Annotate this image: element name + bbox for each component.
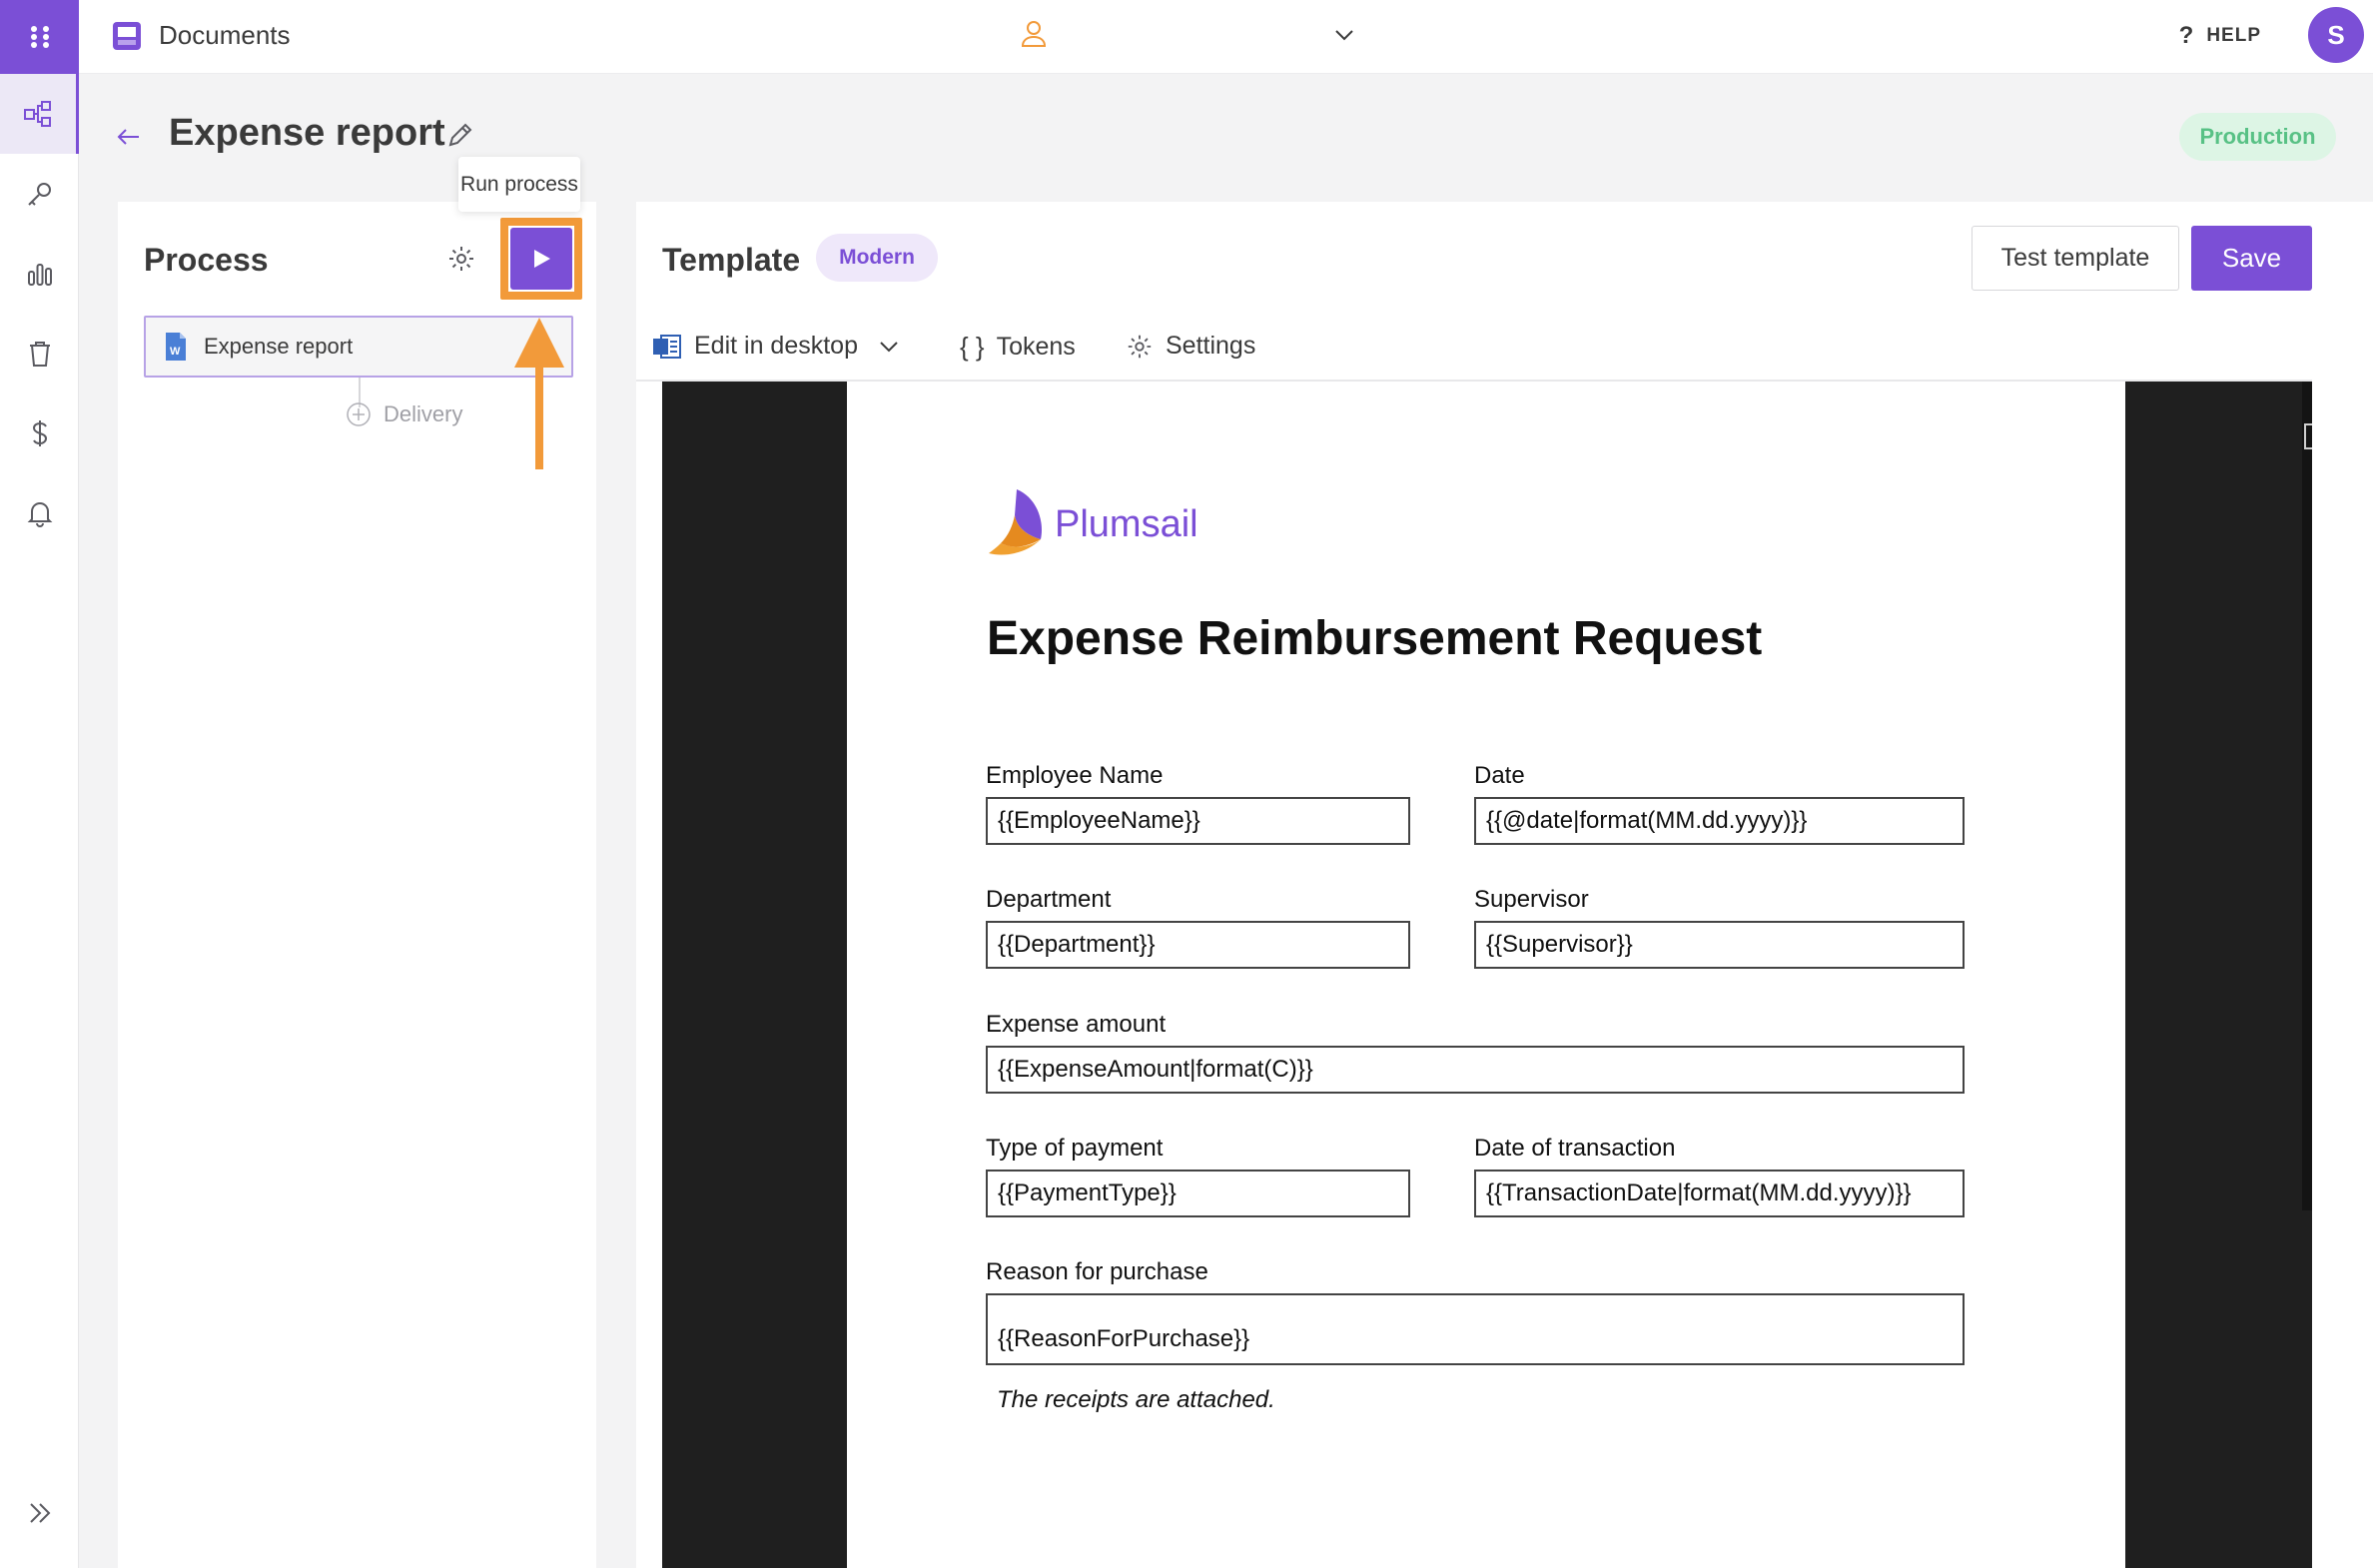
- payment-type-label: Type of payment: [986, 1135, 1164, 1162]
- test-template-button[interactable]: Test template: [1972, 226, 2179, 291]
- document-viewer[interactable]: Plumsail Expense Reimbursement Request E…: [662, 382, 2312, 1568]
- play-icon: [534, 250, 550, 268]
- word-file-icon: W: [166, 333, 186, 361]
- left-rail: [0, 0, 79, 1568]
- edit-title-icon[interactable]: [445, 120, 475, 150]
- document-page: Plumsail Expense Reimbursement Request E…: [847, 382, 2125, 1568]
- date-field: {{@date|format(MM.dd.yyyy)}}: [1474, 797, 1965, 845]
- add-delivery-button[interactable]: Delivery: [346, 401, 462, 427]
- employee-name-field: {{EmployeeName}}: [986, 797, 1410, 845]
- transaction-date-label: Date of transaction: [1474, 1135, 1676, 1162]
- plumsail-logo: Plumsail: [987, 487, 1198, 561]
- template-type-badge: Modern: [816, 234, 938, 282]
- documents-app-icon: [113, 22, 141, 50]
- word-icon: [653, 334, 681, 359]
- edit-in-desktop-label: Edit in desktop: [694, 332, 858, 360]
- viewer-scrollbar[interactable]: [2302, 382, 2312, 1210]
- chevron-down-icon[interactable]: [1331, 22, 1357, 48]
- payment-type-field: {{PaymentType}}: [986, 1170, 1410, 1217]
- nav-processes[interactable]: [0, 74, 79, 154]
- edit-in-desktop-button[interactable]: Edit in desktop: [652, 332, 902, 361]
- help-button[interactable]: ? HELP: [2179, 22, 2261, 50]
- supervisor-label: Supervisor: [1474, 886, 1589, 913]
- annotation-arrow: [514, 318, 564, 469]
- tokens-button[interactable]: { } Tokens: [960, 332, 1076, 363]
- expense-amount-field: {{ExpenseAmount|format(C)}}: [986, 1046, 1965, 1094]
- reason-field: {{ReasonForPurchase}}: [986, 1293, 1965, 1365]
- nav-reports[interactable]: [0, 234, 79, 314]
- date-label: Date: [1474, 762, 1525, 789]
- department-field: {{Department}}: [986, 921, 1410, 969]
- dollar-icon: [32, 420, 47, 446]
- top-bar: Documents ? HELP S: [79, 0, 2373, 74]
- app-title: Documents: [159, 20, 291, 50]
- back-arrow-icon[interactable]: [114, 122, 144, 152]
- braces-icon: { }: [960, 332, 985, 362]
- trash-icon: [29, 342, 50, 367]
- settings-label: Settings: [1166, 332, 1256, 360]
- apps-icon: [30, 26, 49, 48]
- gear-icon[interactable]: [446, 244, 476, 274]
- template-panel: Template Modern Test template Save Edit …: [636, 202, 2373, 1568]
- template-title: Template: [662, 242, 801, 278]
- run-process-button[interactable]: [510, 228, 572, 290]
- chart-icon: [27, 264, 52, 286]
- expand-rail-button[interactable]: [0, 1488, 79, 1538]
- employee-name-label: Employee Name: [986, 762, 1164, 789]
- nav-billing[interactable]: [0, 393, 79, 473]
- logo-text: Plumsail: [1055, 502, 1198, 545]
- plus-circle-icon: [347, 402, 371, 426]
- key-icon: [27, 183, 51, 206]
- question-icon: ?: [2178, 22, 2195, 49]
- process-title: Process: [144, 242, 269, 278]
- avatar[interactable]: S: [2308, 7, 2364, 63]
- run-process-tooltip: Run process: [458, 157, 580, 212]
- bell-icon: [27, 502, 52, 527]
- help-label: HELP: [2206, 25, 2261, 46]
- tokens-label: Tokens: [996, 333, 1076, 361]
- nav-keys[interactable]: [0, 154, 79, 234]
- gear-icon: [1128, 335, 1152, 358]
- transaction-date-field: {{TransactionDate|format(MM.dd.yyyy)}}: [1474, 1170, 1965, 1217]
- document-heading: Expense Reimbursement Request: [987, 612, 1763, 665]
- delivery-label: Delivery: [384, 401, 463, 426]
- save-button[interactable]: Save: [2191, 226, 2312, 291]
- expense-amount-label: Expense amount: [986, 1011, 1167, 1038]
- scroll-marker: [2304, 423, 2312, 449]
- process-icon: [24, 101, 51, 127]
- environment-badge[interactable]: Production: [2179, 113, 2336, 161]
- receipts-note: The receipts are attached.: [997, 1386, 1275, 1413]
- department-label: Department: [986, 886, 1112, 913]
- nav-notifications[interactable]: [0, 473, 79, 553]
- process-step-expense-report[interactable]: W Expense report: [144, 316, 573, 378]
- process-step-label: Expense report: [204, 334, 354, 359]
- svg-text:W: W: [170, 346, 181, 358]
- supervisor-field: {{Supervisor}}: [1474, 921, 1965, 969]
- page-title: Expense report: [169, 112, 445, 154]
- settings-button[interactable]: Settings: [1126, 332, 1255, 361]
- apps-launcher[interactable]: [0, 0, 79, 74]
- expand-icon: [29, 1503, 50, 1523]
- plumsail-logo-icon: [989, 489, 1042, 555]
- nav-trash[interactable]: [0, 314, 79, 393]
- user-icon[interactable]: [1019, 18, 1049, 50]
- template-toolbar: Edit in desktop { } Tokens Settings: [636, 322, 2312, 382]
- reason-label: Reason for purchase: [986, 1258, 1208, 1285]
- chevron-down-icon[interactable]: [876, 334, 902, 360]
